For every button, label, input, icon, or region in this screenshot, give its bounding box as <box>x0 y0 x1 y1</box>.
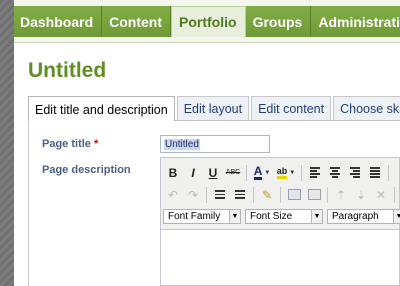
chevron-down-icon: ▼ <box>229 210 240 223</box>
format-value: Paragraph <box>332 211 379 222</box>
toolbar-separator <box>327 186 328 203</box>
dropdown-arrow-icon: ▼ <box>264 169 271 176</box>
rich-text-editor: B I U ABC A ▼ ab ▼ ↶ ↷ ✎ ⇡ ⇣ ✕ Font Fami… <box>160 157 400 286</box>
highlight-icon: ab <box>276 166 288 179</box>
page-title-input-value: Untitled <box>164 138 200 150</box>
toolbar-separator <box>394 186 395 203</box>
format-select[interactable]: Paragraph ▼ <box>327 209 400 224</box>
undo-icon[interactable]: ↶ <box>163 185 183 205</box>
toolbar-separator <box>246 164 247 181</box>
nav-groups[interactable]: Groups <box>245 6 312 37</box>
left-margin <box>0 0 14 286</box>
toolbar-separator <box>280 186 281 203</box>
chevron-down-icon: ▼ <box>311 210 322 223</box>
dropdown-arrow-icon: ▼ <box>289 169 296 176</box>
delete-row-icon[interactable]: ✕ <box>371 185 391 205</box>
align-left-icon[interactable] <box>305 163 325 183</box>
font-family-value: Font Family <box>168 211 221 222</box>
toolbar-separator <box>253 186 254 203</box>
tab-bar: Edit title and description Edit layout E… <box>28 96 400 122</box>
editor-toolbar-row-1: B I U ABC A ▼ ab ▼ <box>163 162 392 183</box>
numbered-list-icon[interactable] <box>230 185 250 205</box>
page-title-label: Page title * <box>42 138 98 150</box>
underline-button[interactable]: U <box>203 163 223 183</box>
toolbar-separator <box>388 164 389 181</box>
page-title-input[interactable]: Untitled <box>160 135 270 153</box>
insert-row-after-icon[interactable]: ⇣ <box>351 185 371 205</box>
editor-content-area[interactable] <box>161 229 399 285</box>
bullet-list-icon[interactable] <box>210 185 230 205</box>
editor-toolbar-row-3: Font Family ▼ Font Size ▼ Paragraph ▼ <box>163 206 400 227</box>
table-properties-icon[interactable] <box>304 185 324 205</box>
main-nav: Dashboard Content Portfolio Groups Admin… <box>14 0 400 43</box>
nav-portfolio[interactable]: Portfolio <box>171 6 246 37</box>
font-size-select[interactable]: Font Size ▼ <box>245 209 323 224</box>
align-right-icon[interactable] <box>345 163 365 183</box>
text-color-icon: A <box>253 163 263 180</box>
insert-row-before-icon[interactable]: ⇡ <box>331 185 351 205</box>
redo-icon[interactable]: ↷ <box>183 185 203 205</box>
italic-button[interactable]: I <box>183 163 203 183</box>
align-center-icon[interactable] <box>325 163 345 183</box>
insert-table-icon[interactable] <box>284 185 304 205</box>
page-title-label-text: Page title <box>42 138 91 150</box>
font-size-value: Font Size <box>250 211 293 222</box>
page-title: Untitled <box>28 59 107 82</box>
toolbar-separator <box>206 186 207 203</box>
tab-edit-content[interactable]: Edit content <box>251 96 332 120</box>
tab-edit-title-description[interactable]: Edit title and description <box>28 96 175 122</box>
tab-edit-layout[interactable]: Edit layout <box>176 96 250 120</box>
page: Dashboard Content Portfolio Groups Admin… <box>14 0 400 286</box>
bold-button[interactable]: B <box>163 163 183 183</box>
text-color-button[interactable]: A ▼ <box>250 163 274 183</box>
font-family-select[interactable]: Font Family ▼ <box>163 209 241 224</box>
nav-administration[interactable]: Administrati <box>311 6 400 37</box>
toolbar-separator <box>301 164 302 181</box>
nav-dashboard[interactable]: Dashboard <box>14 6 103 37</box>
required-marker: * <box>93 138 99 150</box>
chevron-down-icon: ▼ <box>393 210 400 223</box>
tab-choose-skin[interactable]: Choose skin <box>333 96 400 120</box>
edit-html-icon[interactable]: ✎ <box>257 185 277 205</box>
highlight-color-button[interactable]: ab ▼ <box>274 163 298 183</box>
nav-bar: Dashboard Content Portfolio Groups Admin… <box>14 6 400 37</box>
nav-content[interactable]: Content <box>102 6 172 37</box>
editor-toolbar-row-2: ↶ ↷ ✎ ⇡ ⇣ ✕ <box>163 184 398 205</box>
page-description-label: Page description <box>42 164 131 176</box>
strikethrough-button[interactable]: ABC <box>223 163 243 183</box>
align-justify-icon[interactable] <box>365 163 385 183</box>
